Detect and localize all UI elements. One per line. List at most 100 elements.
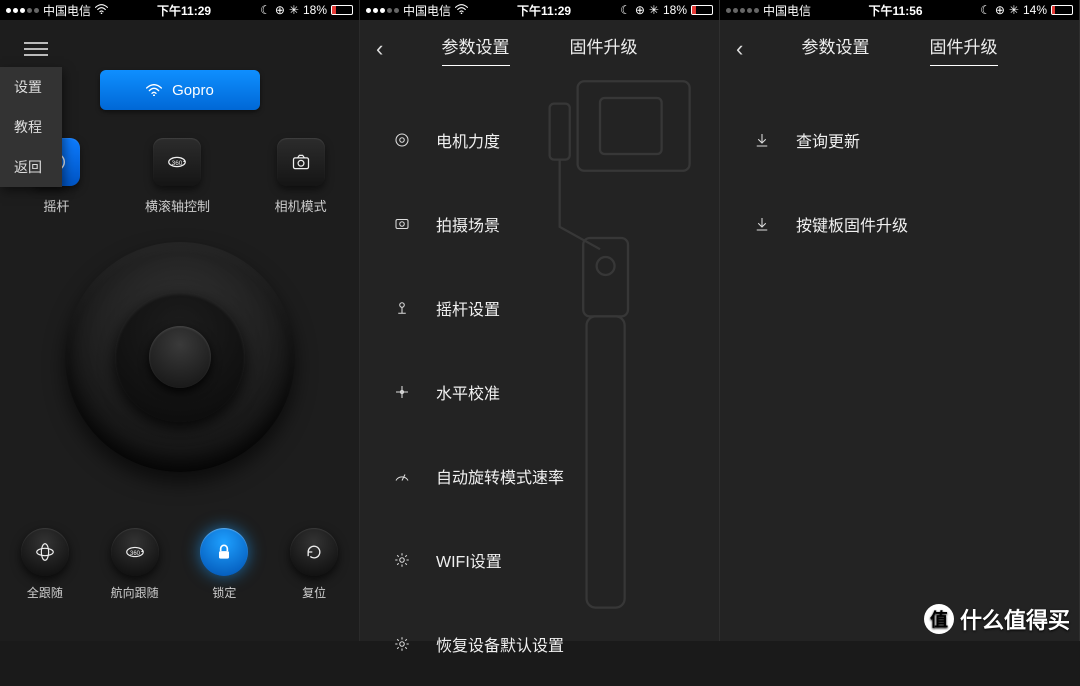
gopro-connect-button[interactable]: Gopro (100, 70, 260, 110)
item-joystick-setting[interactable]: 摇杆设置 (360, 266, 719, 350)
calibrate-icon (392, 382, 412, 402)
virtual-joystick[interactable] (65, 242, 295, 472)
item-restore-defaults[interactable]: 恢复设备默认设置 (360, 602, 719, 686)
hamburger-menu-button[interactable] (24, 38, 48, 60)
signal-dots-icon (366, 8, 399, 13)
moon-icon: ☾ (980, 3, 991, 17)
download-icon (752, 214, 772, 234)
moon-icon: ☾ (620, 3, 631, 17)
mode-joystick-label: 摇杆 (43, 196, 69, 215)
tab-params[interactable]: 参数设置 (802, 33, 870, 66)
status-bar: 中国电信 下午11:29 ☾ ⊕ ✳ 18% (0, 0, 359, 20)
signal-dots-icon (726, 8, 759, 13)
svg-text:360: 360 (130, 551, 141, 557)
battery-icon (691, 5, 713, 15)
item-label: 摇杆设置 (436, 296, 500, 320)
mode-roll-control[interactable]: 360 横滚轴控制 (145, 138, 210, 215)
status-bar: 中国电信 下午11:29 ☾ ⊕ ✳ 18% (360, 0, 719, 20)
menu-tutorial[interactable]: 教程 (0, 107, 62, 147)
item-label: 查询更新 (796, 128, 860, 152)
menu-back[interactable]: 返回 (0, 147, 62, 187)
lock-icon (200, 528, 248, 576)
battery-pct: 18% (303, 3, 327, 17)
bluetooth-icon: ✳ (289, 3, 299, 17)
mode-camera-label: 相机模式 (275, 196, 327, 215)
carrier-label: 中国电信 (403, 2, 451, 19)
alarm-icon: ⊕ (995, 3, 1005, 17)
battery-pct: 14% (1023, 3, 1047, 17)
item-label: WIFI设置 (436, 548, 502, 572)
item-horizontal-calibration[interactable]: 水平校准 (360, 350, 719, 434)
gear-icon (392, 634, 412, 654)
alarm-icon: ⊕ (275, 3, 285, 17)
firmware-list: 查询更新 按键板固件升级 (720, 98, 1079, 266)
signal-dots-icon (6, 8, 39, 13)
alarm-icon: ⊕ (635, 3, 645, 17)
camera-icon (277, 138, 325, 186)
wifi-icon (455, 3, 468, 17)
moon-icon: ☾ (260, 3, 271, 17)
item-check-update[interactable]: 查询更新 (720, 98, 1079, 182)
carrier-label: 中国电信 (43, 2, 91, 19)
item-wifi-setting[interactable]: WIFI设置 (360, 518, 719, 602)
joystick-ring (115, 292, 245, 422)
item-label: 按键板固件升级 (796, 212, 908, 236)
battery-pct: 18% (663, 3, 687, 17)
mode-camera[interactable]: 相机模式 (275, 138, 327, 215)
item-label: 水平校准 (436, 380, 500, 404)
nav-bar: ‹ 参数设置 固件升级 (360, 24, 719, 74)
gopro-label: Gopro (172, 82, 214, 99)
watermark-icon: 值 (924, 604, 954, 634)
status-bar: 中国电信 下午11:56 ☾ ⊕ ✳ 14% (720, 0, 1079, 20)
motor-icon (392, 130, 412, 150)
scene-icon (392, 214, 412, 234)
menu-settings[interactable]: 设置 (0, 67, 62, 107)
side-dropdown-menu: 设置 教程 返回 (0, 67, 62, 187)
status-time: 下午11:29 (157, 2, 211, 19)
carrier-label: 中国电信 (763, 2, 811, 19)
joystick-icon (392, 298, 412, 318)
back-button[interactable]: ‹ (736, 36, 743, 62)
bluetooth-icon: ✳ (649, 3, 659, 17)
status-time: 下午11:29 (517, 2, 571, 19)
wifi-icon (146, 84, 162, 96)
item-auto-rotate-speed[interactable]: 自动旋转模式速率 (360, 434, 719, 518)
download-icon (752, 130, 772, 150)
mode-roll-label: 横滚轴控制 (145, 196, 210, 215)
tab-firmware[interactable]: 固件升级 (930, 33, 998, 66)
screen-firmware: 中国电信 下午11:56 ☾ ⊕ ✳ 14% ‹ 参数设置 固件升级 查询更新 … (720, 0, 1080, 641)
tab-firmware[interactable]: 固件升级 (570, 33, 638, 66)
settings-list: 电机力度 拍摄场景 摇杆设置 水平校准 自动旋转模式速率 WIFI设置 恢复设备… (360, 98, 719, 686)
battery-icon (1051, 5, 1073, 15)
heading-follow-label: 航向跟随 (111, 584, 159, 601)
back-button[interactable]: ‹ (376, 36, 383, 62)
mode-heading-follow[interactable]: 360 航向跟随 (111, 528, 159, 601)
screen-control: 中国电信 下午11:29 ☾ ⊕ ✳ 18% Gopro 设置 教程 返回 (0, 0, 360, 641)
watermark-text: 什么值得买 (960, 603, 1070, 635)
heading-follow-icon: 360 (111, 528, 159, 576)
lock-label: 锁定 (212, 584, 236, 601)
item-label: 自动旋转模式速率 (436, 464, 564, 488)
bluetooth-icon: ✳ (1009, 3, 1019, 17)
item-shoot-scene[interactable]: 拍摄场景 (360, 182, 719, 266)
mode-lock[interactable]: 锁定 (200, 528, 248, 601)
full-follow-label: 全跟随 (27, 584, 63, 601)
joystick-knob (149, 326, 211, 388)
item-label: 电机力度 (436, 128, 500, 152)
item-label: 拍摄场景 (436, 212, 500, 236)
tab-params[interactable]: 参数设置 (442, 33, 510, 66)
svg-text:360: 360 (172, 160, 183, 167)
follow-mode-row: 全跟随 360 航向跟随 锁定 复位 (0, 528, 359, 601)
nav-bar: ‹ 参数设置 固件升级 (720, 24, 1079, 74)
screen-params: 中国电信 下午11:29 ☾ ⊕ ✳ 18% ‹ 参数设置 固件升级 (360, 0, 720, 641)
battery-icon (331, 5, 353, 15)
item-label: 恢复设备默认设置 (436, 632, 564, 656)
status-time: 下午11:56 (869, 2, 923, 19)
watermark: 值 什么值得买 (924, 603, 1070, 635)
item-keyboard-firmware[interactable]: 按键板固件升级 (720, 182, 1079, 266)
full-follow-icon (21, 528, 69, 576)
mode-reset[interactable]: 复位 (290, 528, 338, 601)
item-motor-strength[interactable]: 电机力度 (360, 98, 719, 182)
reset-icon (290, 528, 338, 576)
mode-full-follow[interactable]: 全跟随 (21, 528, 69, 601)
